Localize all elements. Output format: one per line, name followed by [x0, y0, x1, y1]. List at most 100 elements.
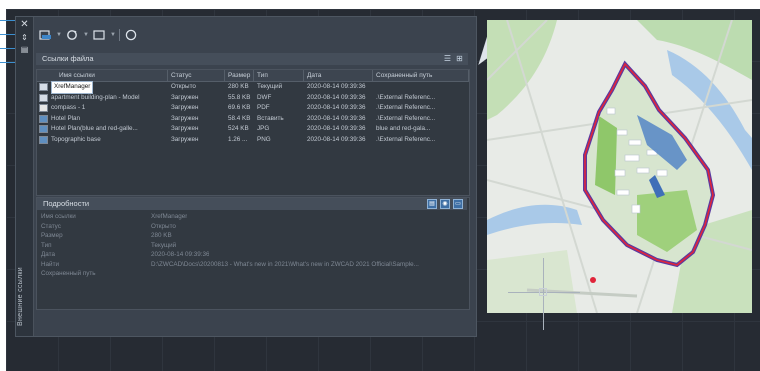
column-header-status[interactable]: Статус — [168, 70, 225, 81]
detail-row: Имя ссылки XrefManager — [37, 212, 467, 222]
dwg-file-icon — [39, 114, 48, 123]
list-view-icon[interactable]: ☰ — [443, 54, 452, 63]
dwg-file-icon — [39, 83, 48, 92]
palette-title: Внешние ссылки — [17, 267, 24, 326]
topographic-base-image[interactable] — [487, 20, 752, 313]
attach-dwg-icon[interactable] — [38, 28, 52, 42]
pdf-file-icon — [39, 104, 48, 113]
column-header-date[interactable]: Дата — [304, 70, 373, 81]
reference-status: Загружен — [171, 114, 199, 122]
reference-type: PNG — [257, 135, 271, 143]
reference-type: Текущий — [257, 83, 283, 90]
column-header-name[interactable]: Имя ссылки — [37, 70, 168, 81]
reference-status: Открыто — [171, 83, 196, 90]
image-file-icon — [39, 135, 48, 144]
collapse-icon[interactable]: ▭ — [453, 199, 463, 209]
column-header-saved-path[interactable]: Сохраненный путь — [373, 70, 469, 81]
ribbon-edge-lines — [0, 20, 16, 68]
crosshair-pickbox — [539, 288, 547, 296]
detail-label: Имя ссылки — [41, 213, 76, 220]
reference-name: compass - 1 — [51, 104, 86, 111]
detail-row: Сохраненный путь — [37, 269, 467, 279]
details-panel: Подробности ▤ ◉ ▭ Имя ссылки XrefManager … — [36, 197, 470, 310]
details-view-icon[interactable]: ▤ — [427, 199, 437, 209]
refresh-icon[interactable] — [65, 28, 79, 42]
table-row[interactable]: compass - 1 Загружен 69.6 KB PDF 2020-08… — [37, 103, 469, 114]
map-graphic — [487, 20, 752, 313]
table-row[interactable]: Topographic base Загружен 1.26 ... PNG 2… — [37, 135, 469, 146]
detail-label: Сохраненный путь — [41, 270, 96, 277]
reference-size: 1.26 ... — [228, 135, 248, 143]
details-view-toggle-group: ▤ ◉ ▭ — [427, 199, 463, 209]
reference-date: 2020-08-14 09:39:36 — [307, 93, 366, 101]
xref-toolbar: ▼ ▼ ▼ — [38, 25, 138, 45]
detail-row: Тип Текущий — [37, 241, 467, 251]
reference-date: 2020-08-14 09:39:36 — [307, 135, 366, 143]
reference-name: apartment building-plan - Model — [51, 93, 140, 101]
reference-date: 2020-08-14 09:39:36 — [307, 114, 366, 122]
column-header-size[interactable]: Размер — [225, 70, 254, 81]
reference-name: Topographic base — [51, 135, 101, 143]
toolbar-separator — [119, 29, 120, 41]
chevron-down-icon[interactable]: ▼ — [83, 32, 89, 38]
reference-type: JPG — [257, 125, 270, 132]
reference-size: 280 KB — [228, 83, 249, 90]
file-references-title: Ссылки файла — [42, 54, 94, 63]
detail-value: 280 KB — [151, 232, 172, 239]
chevron-down-icon[interactable]: ▼ — [56, 32, 62, 38]
detail-row: Статус Открыто — [37, 222, 467, 232]
reference-date: 2020-08-14 09:39:36 — [307, 125, 366, 132]
view-toggle-group: ☰ ⊞ — [443, 54, 464, 63]
reference-date: 2020-08-14 09:39:36 — [307, 104, 366, 111]
reference-date: 2020-08-14 09:39:36 — [307, 83, 366, 90]
pin-icon[interactable]: ⇕ — [16, 33, 33, 43]
reference-name: Hotel Plan — [51, 114, 81, 122]
reference-size: 69.6 KB — [228, 104, 251, 111]
detail-label: Тип — [41, 241, 52, 249]
reference-type: Вставить — [257, 114, 284, 122]
reference-path: .\External Referenc... — [376, 135, 436, 143]
help-icon[interactable] — [124, 28, 138, 42]
reference-status: Загружен — [171, 93, 199, 101]
detail-value: 2020-08-14 09:39:36 — [151, 251, 210, 258]
reference-status: Загружен — [171, 104, 199, 111]
detail-value: Текущий — [151, 241, 177, 249]
palette-sidebar: ✕ ⇕ ▤ Внешние ссылки — [16, 17, 34, 336]
image-file-icon — [39, 125, 48, 134]
table-row[interactable]: Hotel Plan Загружен 58.4 KB Вставить 202… — [37, 114, 469, 125]
reference-size: 524 KB — [228, 125, 249, 132]
change-path-icon[interactable] — [92, 28, 106, 42]
reference-name: Hotel Plan(blue and red-galle... — [51, 125, 138, 132]
screenshot: ✕ ⇕ ▤ Внешние ссылки ▼ ▼ ▼ Ссылки файла … — [0, 0, 760, 371]
table-row[interactable]: Hotel Plan(blue and red-galle... Загруже… — [37, 124, 469, 135]
table-row[interactable]: apartment building-plan - Model Загружен… — [37, 93, 469, 104]
properties-icon[interactable]: ▤ — [16, 45, 33, 55]
detail-row: Найти D:\ZWCAD\Docs\20200813 - What's new… — [37, 260, 467, 270]
reference-type: DWF — [257, 93, 272, 101]
detail-label: Размер — [41, 232, 63, 239]
dwf-file-icon — [39, 93, 48, 102]
reference-status: Загружен — [171, 125, 199, 132]
detail-value[interactable]: XrefManager — [151, 212, 187, 222]
details-header: Подробности ▤ ◉ ▭ — [37, 198, 467, 210]
reference-path: .\External Referenc... — [376, 104, 436, 111]
reference-size: 55.8 KB — [228, 93, 251, 101]
close-icon[interactable]: ✕ — [16, 20, 33, 30]
reference-size: 58.4 KB — [228, 114, 251, 122]
detail-row: Размер 280 KB — [37, 231, 467, 241]
detail-value[interactable]: D:\ZWCAD\Docs\20200813 - What's new in 2… — [151, 260, 419, 270]
reference-status: Загружен — [171, 135, 199, 143]
reference-type: PDF — [257, 104, 270, 111]
chevron-down-icon[interactable]: ▼ — [110, 32, 116, 38]
reference-path: .\External Referenc... — [376, 114, 436, 122]
column-header-type[interactable]: Тип — [254, 70, 304, 81]
detail-row: Дата 2020-08-14 09:39:36 — [37, 250, 467, 260]
preview-icon[interactable]: ◉ — [440, 199, 450, 209]
details-body: Имя ссылки XrefManager Статус Открыто Разм… — [37, 212, 467, 279]
table-row[interactable]: XrefManager Открыто 280 KB Текущий 2020-… — [37, 81, 469, 94]
details-title: Подробности — [43, 199, 90, 208]
detail-label: Дата — [41, 251, 55, 258]
detail-value: Открыто — [151, 222, 176, 230]
reference-path: .\External Referenc... — [376, 93, 436, 101]
tree-view-icon[interactable]: ⊞ — [455, 54, 464, 63]
